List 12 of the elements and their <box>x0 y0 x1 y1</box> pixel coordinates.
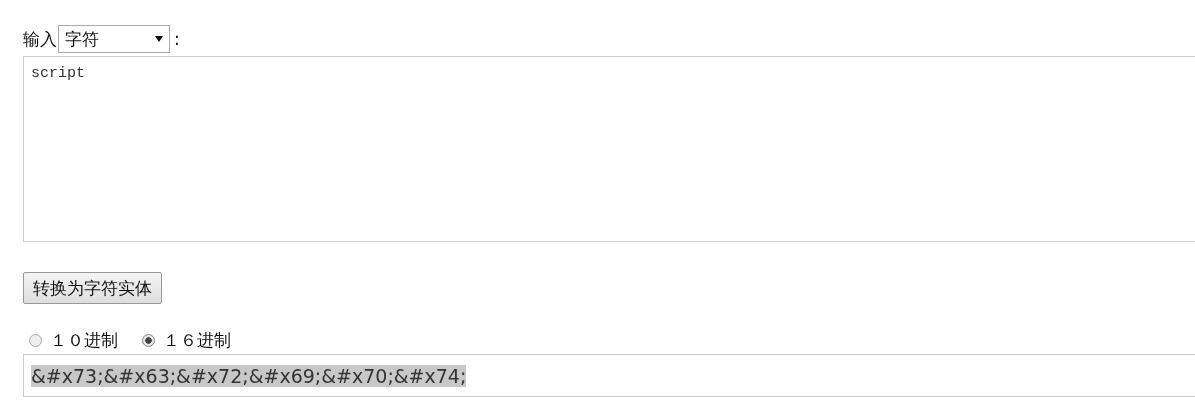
input-type-select[interactable]: 字符 <box>58 25 170 53</box>
radio-button[interactable] <box>29 333 42 347</box>
output-field[interactable]: &#x73;&#x63;&#x72;&#x69;&#x70;&#x74; <box>23 354 1195 397</box>
radio-label[interactable]: １０进制 <box>50 328 118 352</box>
caret-icon <box>155 36 163 42</box>
colon-label: : <box>174 29 180 49</box>
output-text: &#x73;&#x63;&#x72;&#x69;&#x70;&#x74; <box>31 364 467 387</box>
convert-button[interactable]: 转换为字符实体 <box>23 272 162 304</box>
radio-button[interactable] <box>142 333 155 347</box>
input-label: 输入 <box>23 27 57 51</box>
radio-label[interactable]: １６进制 <box>163 328 231 352</box>
input-field[interactable]: script <box>23 56 1195 242</box>
